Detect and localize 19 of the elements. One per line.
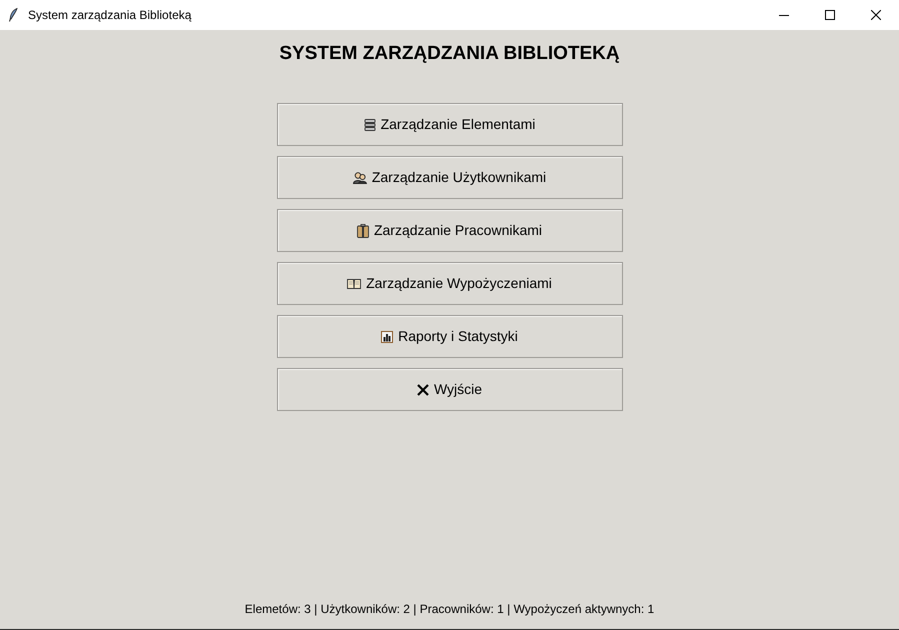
minimize-icon	[779, 14, 789, 16]
app-heading: SYSTEM ZARZĄDZANIA BIBLIOTEKĄ	[279, 42, 620, 66]
feather-icon	[9, 8, 18, 22]
bar-chart-icon	[381, 330, 394, 342]
menu-button[interactable]: Zarządzanie Pracownikami	[276, 209, 622, 252]
maximize-icon	[825, 10, 835, 20]
open-book-icon	[347, 278, 362, 289]
menu-button[interactable]: Zarządzanie Elementami	[276, 103, 622, 146]
x-mark-icon	[416, 384, 429, 396]
menu-button[interactable]: Raporty i Statystyki	[276, 315, 622, 358]
window-title: System zarządzania Biblioteką	[28, 7, 192, 23]
status-bar-text: Elemetów: 3 | Użytkowników: 2 | Pracowników: 1 | Wypożyczeń aktywnych: 1	[244, 601, 654, 617]
stacked-trays-icon	[364, 118, 376, 130]
close-icon	[871, 10, 881, 20]
menu-button[interactable]: Wyjście	[276, 368, 622, 411]
menu-button[interactable]: Zarządzanie Użytkownikami	[276, 156, 622, 199]
briefcase-icon	[356, 224, 369, 238]
users-icon	[352, 172, 367, 184]
menu-button[interactable]: Zarządzanie Wypożyczeniami	[276, 262, 622, 305]
